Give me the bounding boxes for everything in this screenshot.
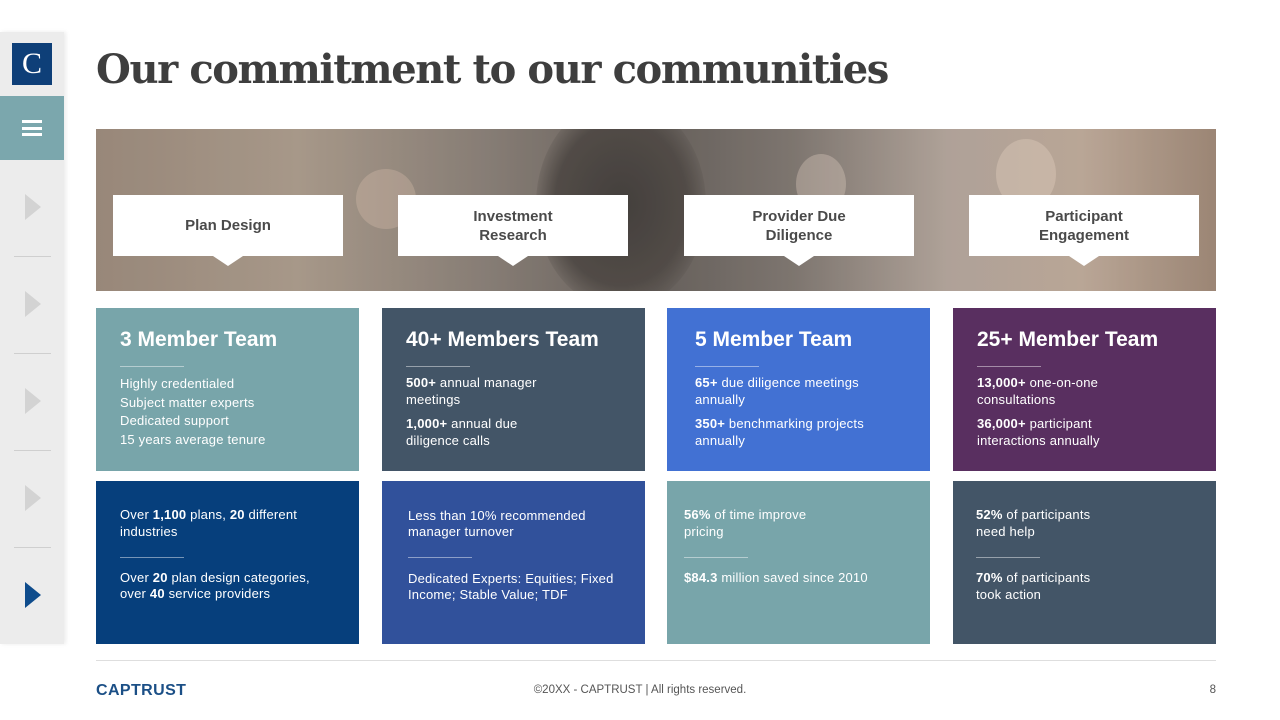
team-detail: 1,000+ annual due — [406, 416, 518, 431]
team-detail: Highly credentialed — [120, 376, 235, 391]
team-heading: 3 Member Team — [120, 328, 278, 351]
team-detail: 13,000+ one-on-one — [977, 375, 1099, 390]
team-detail: 65+ due diligence meetings — [695, 375, 859, 390]
stat-text: 52% of participants — [976, 507, 1091, 522]
footer-copyright: ©20XX - CAPTRUST | All rights reserved. — [533, 684, 747, 696]
team-detail: meetings — [406, 392, 461, 407]
nav-divider — [14, 256, 51, 257]
card-divider — [695, 366, 759, 367]
stat-text: Less than 10% recommended — [408, 508, 586, 523]
page-number: 8 — [1209, 684, 1216, 696]
nav-divider — [14, 547, 51, 548]
card-divider — [684, 557, 748, 558]
hamburger-icon — [22, 120, 42, 136]
stat-text: pricing — [684, 524, 724, 539]
team-detail: 36,000+ participant — [977, 416, 1092, 431]
stat-card-investment-research: Less than 10% recommended manager turnov… — [382, 481, 645, 644]
stat-card-participant-engagement: 52% of participants need help 70% of par… — [953, 481, 1216, 644]
stat-text: Dedicated Experts: Equities; Fixed — [408, 571, 614, 586]
card-divider — [976, 557, 1040, 558]
nav-divider — [14, 450, 51, 451]
team-heading: 40+ Members Team — [406, 328, 599, 351]
callout-provider-due-diligence: Provider Due Diligence — [684, 195, 914, 266]
stat-text: manager turnover — [408, 524, 514, 539]
team-detail: 500+ annual manager — [406, 375, 537, 390]
team-detail: annually — [695, 392, 746, 407]
card-divider — [120, 366, 184, 367]
stat-card-plan-design: Over 1,100 plans, 20 different industrie… — [96, 481, 359, 644]
team-detail: interactions annually — [977, 433, 1100, 448]
team-detail: consultations — [977, 392, 1056, 407]
team-card-provider-due-diligence: 5 Member Team 65+ due diligence meetings… — [667, 308, 930, 471]
team-heading: 5 Member Team — [695, 328, 853, 351]
stat-text: need help — [976, 524, 1035, 539]
card-divider — [977, 366, 1041, 367]
callout-participant-engagement: Participant Engagement — [969, 195, 1199, 266]
stat-text: Income; Stable Value; TDF — [408, 587, 568, 602]
stat-text: over 40 service providers — [120, 586, 271, 601]
stat-text: Over 1,100 plans, 20 different — [120, 507, 298, 522]
stat-text: 56% of time improve — [684, 507, 807, 522]
side-nav: C — [0, 32, 64, 644]
nav-arrow-icon-3[interactable] — [25, 388, 41, 414]
team-card-participant-engagement: 25+ Member Team 13,000+ one-on-one consu… — [953, 308, 1216, 471]
team-detail: Subject matter experts — [120, 395, 255, 410]
team-detail: 15 years average tenure — [120, 432, 266, 447]
card-divider — [408, 557, 472, 558]
footer-divider — [96, 660, 1216, 661]
team-detail: annually — [695, 433, 746, 448]
team-detail: diligence calls — [406, 433, 490, 448]
team-detail: 350+ benchmarking projects — [695, 416, 864, 431]
banner-image: Plan Design Investment Research Provider… — [96, 129, 1216, 291]
logo-cell[interactable]: C — [0, 32, 64, 96]
callout-plan-design: Plan Design — [113, 195, 343, 266]
nav-arrow-icon-1[interactable] — [25, 194, 41, 220]
stat-text: industries — [120, 524, 178, 539]
card-divider — [406, 366, 470, 367]
team-detail: Dedicated support — [120, 413, 229, 428]
stat-text: took action — [976, 587, 1042, 602]
team-card-plan-design: 3 Member Team Highly credentialed Subjec… — [96, 308, 359, 471]
team-heading: 25+ Member Team — [977, 328, 1159, 351]
menu-button[interactable] — [0, 96, 64, 160]
stat-text: $84.3 million saved since 2010 — [684, 570, 868, 585]
nav-arrow-icon-4[interactable] — [25, 485, 41, 511]
nav-divider — [14, 353, 51, 354]
nav-arrow-icon-active[interactable] — [25, 582, 41, 608]
team-card-investment-research: 40+ Members Team 500+ annual manager mee… — [382, 308, 645, 471]
callout-investment-research: Investment Research — [398, 195, 628, 266]
page-title: Our commitment to our communities — [96, 46, 889, 93]
stat-card-provider-due-diligence: 56% of time improve pricing $84.3 millio… — [667, 481, 930, 644]
nav-arrow-icon-2[interactable] — [25, 291, 41, 317]
card-divider — [120, 557, 184, 558]
captrust-logo-icon[interactable]: C — [12, 43, 52, 85]
stat-text: 70% of participants — [976, 570, 1091, 585]
stat-text: Over 20 plan design categories, — [120, 570, 310, 585]
